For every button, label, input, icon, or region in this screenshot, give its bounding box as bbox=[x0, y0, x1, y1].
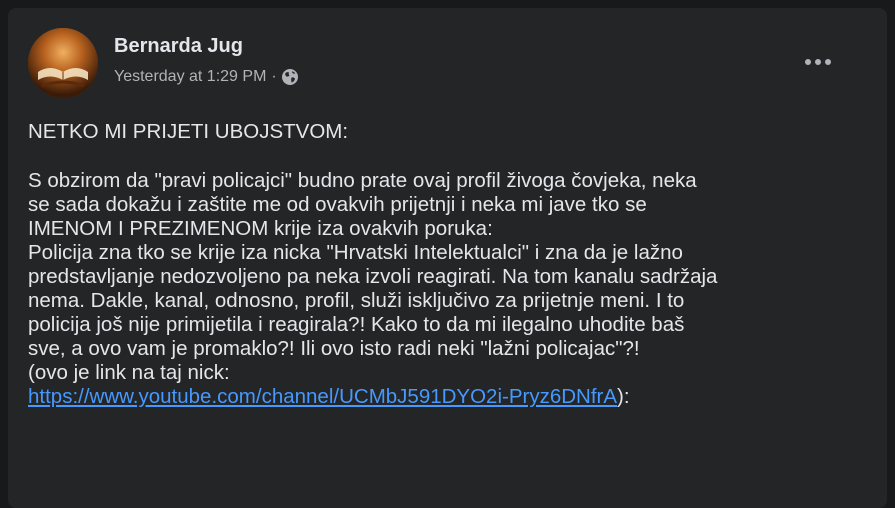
author-name[interactable]: Bernarda Jug bbox=[114, 35, 243, 58]
avatar[interactable] bbox=[28, 28, 98, 98]
post-text: NETKO MI PRIJETI UBOJSTVOM: S obzirom da… bbox=[28, 120, 876, 409]
post-heading: NETKO MI PRIJETI UBOJSTVOM: bbox=[28, 120, 349, 143]
timestamp[interactable]: Yesterday at 1:29 PM bbox=[114, 68, 266, 86]
youtube-channel-link[interactable]: https://www.youtube.com/channel/UCMbJ591… bbox=[28, 385, 617, 408]
post-paragraph: S obzirom da "pravi policajci" budno pra… bbox=[28, 169, 718, 384]
avatar-image bbox=[28, 28, 98, 98]
globe-icon[interactable] bbox=[281, 68, 299, 86]
meta-separator: · bbox=[271, 68, 277, 85]
more-options-button[interactable] bbox=[798, 42, 838, 82]
more-horizontal-icon bbox=[805, 59, 831, 65]
post-meta: Yesterday at 1:29 PM · bbox=[114, 68, 299, 86]
post-card: Bernarda Jug Yesterday at 1:29 PM · NETK… bbox=[8, 8, 887, 508]
post-link-line: https://www.youtube.com/channel/UCMbJ591… bbox=[28, 385, 876, 409]
link-suffix: ): bbox=[617, 385, 630, 408]
